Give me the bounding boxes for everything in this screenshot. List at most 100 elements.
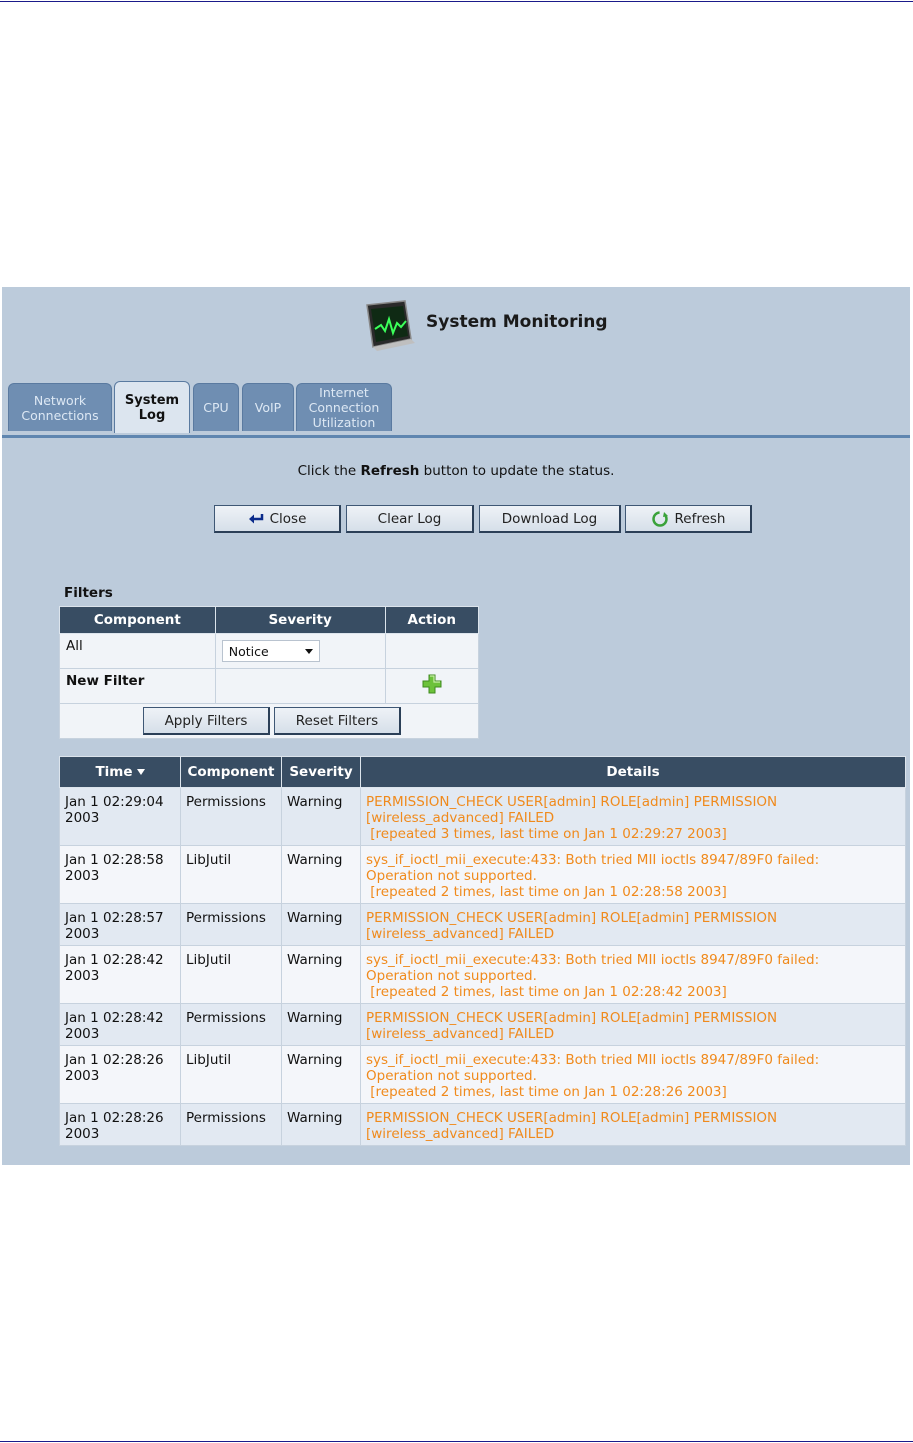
- filter-action-empty: [384, 633, 480, 669]
- filter-severity-cell: Notice: [214, 633, 386, 669]
- log-time-cell: Jan 1 02:28:26 2003: [59, 1103, 181, 1146]
- monitor-icon: [366, 300, 415, 351]
- log-severity-cell: Warning: [281, 845, 361, 904]
- log-component-cell: Permissions: [180, 1003, 282, 1046]
- log-details-cell: PERMISSION_CHECK USER[admin] ROLE[admin]…: [360, 787, 906, 846]
- tab-label-line: Utilization: [312, 415, 376, 430]
- log-details-line: [repeated 3 times, last time on Jan 1 02…: [366, 826, 727, 842]
- log-component-cell: Permissions: [180, 903, 282, 946]
- log-time-cell: Jan 1 02:28:26 2003: [59, 1045, 181, 1104]
- log-details-line: [repeated 2 times, last time on Jan 1 02…: [366, 984, 727, 1000]
- close-button-label: Close: [269, 510, 307, 527]
- table-row: Jan 1 02:28:58 2003 LibJutil Warning sys_if…: [59, 845, 906, 904]
- refresh-icon: [651, 510, 669, 528]
- filter-row-all: All Notice: [59, 633, 480, 669]
- log-rows: Jan 1 02:29:04 2003 Permissions Warning PER…: [59, 787, 906, 1146]
- system-log-table: Time Component Severity Details Jan 1 02…: [59, 756, 906, 1146]
- table-row: Jan 1 02:28:42 2003 Permissions Warning PER…: [59, 1003, 906, 1046]
- log-details-cell: PERMISSION_CHECK USER[admin] ROLE[admin]…: [360, 1003, 906, 1046]
- chevron-down-icon: [304, 648, 313, 654]
- tab-voip[interactable]: VoIP: [242, 383, 294, 431]
- log-time-cell: Jan 1 02:28:42 2003: [59, 945, 181, 1004]
- log-header-time-label: Time: [95, 764, 133, 780]
- instruction-bold-text: Refresh: [360, 463, 420, 479]
- table-row: Jan 1 02:28:26 2003 LibJutil Warning sys_if…: [59, 1045, 906, 1104]
- new-filter-empty: [214, 668, 386, 704]
- log-details-cell: sys_if_ioctl_mii_execute:433: Both tried…: [360, 1045, 906, 1104]
- page-top-rule: [0, 1, 913, 2]
- filter-buttons-row: Apply Filters Reset Filters: [59, 703, 479, 739]
- clear-log-button[interactable]: Clear Log: [346, 505, 474, 533]
- log-time-cell: Jan 1 02:28:42 2003: [59, 1003, 181, 1046]
- add-icon[interactable]: [421, 673, 443, 695]
- log-header-severity[interactable]: Severity: [281, 756, 361, 788]
- clear-log-button-label: Clear Log: [377, 510, 442, 527]
- log-time-cell: Jan 1 02:29:04 2003: [59, 787, 181, 846]
- log-component-cell: LibJutil: [180, 1045, 282, 1104]
- log-details-cell: sys_if_ioctl_mii_execute:433: Both tried…: [360, 945, 906, 1004]
- tab-underline: [2, 435, 910, 438]
- log-component-cell: LibJutil: [180, 945, 282, 1004]
- log-severity-cell: Warning: [281, 945, 361, 1004]
- log-details-line: sys_if_ioctl_mii_execute:433: Both tried…: [366, 852, 820, 868]
- log-time-cell: Jan 1 02:28:58 2003: [59, 845, 181, 904]
- log-component-cell: LibJutil: [180, 845, 282, 904]
- log-details-line: [repeated 2 times, last time on Jan 1 02…: [366, 884, 727, 900]
- log-details-line: [wireless_advanced] FAILED: [366, 1126, 555, 1142]
- sort-down-icon: [136, 769, 145, 775]
- download-log-button[interactable]: Download Log: [479, 505, 621, 533]
- refresh-button[interactable]: Refresh: [625, 505, 752, 533]
- table-row: Jan 1 02:28:42 2003 LibJutil Warning sys_if…: [59, 945, 906, 1004]
- tab-system-log[interactable]: System Log: [114, 381, 190, 433]
- log-severity-cell: Warning: [281, 1045, 361, 1104]
- filters-table: Component Severity Action All Notice New…: [59, 606, 480, 739]
- header: System Monitoring: [2, 287, 910, 357]
- log-details-cell: PERMISSION_CHECK USER[admin] ROLE[admin]…: [360, 1103, 906, 1146]
- refresh-instruction: Click the Refresh button to update the s…: [2, 463, 910, 479]
- log-details-cell: sys_if_ioctl_mii_execute:433: Both tried…: [360, 845, 906, 904]
- download-log-button-label: Download Log: [501, 510, 598, 527]
- close-button[interactable]: Close: [214, 505, 341, 533]
- log-details-line: [wireless_advanced] FAILED: [366, 1026, 555, 1042]
- reset-filters-button[interactable]: Reset Filters: [274, 707, 401, 735]
- return-arrow-icon: [248, 513, 264, 525]
- log-details-line: [wireless_advanced] FAILED: [366, 926, 555, 942]
- log-details-line: Operation not supported.: [366, 968, 537, 984]
- instruction-text: button to update the status.: [419, 463, 615, 479]
- log-header-details: Details: [360, 756, 906, 788]
- filters-header-severity: Severity: [214, 606, 386, 634]
- log-header-time[interactable]: Time: [59, 756, 181, 788]
- log-time-cell: Jan 1 02:28:57 2003: [59, 903, 181, 946]
- filter-buttons-cell: Apply Filters Reset Filters: [59, 703, 479, 739]
- log-details-line: [wireless_advanced] FAILED: [366, 810, 555, 826]
- refresh-button-label: Refresh: [674, 510, 726, 527]
- tab-label-line: CPU: [203, 400, 229, 415]
- log-details-line: sys_if_ioctl_mii_execute:433: Both tried…: [366, 1052, 820, 1068]
- tab-label-line: Network: [33, 392, 87, 408]
- filters-header-action: Action: [384, 606, 480, 634]
- tab-internet-connection-utilization[interactable]: Internet Connection Utilization: [296, 383, 392, 431]
- log-severity-cell: Warning: [281, 787, 361, 846]
- reset-filters-label: Reset Filters: [295, 712, 379, 729]
- log-details-line: PERMISSION_CHECK USER[admin] ROLE[admin]…: [366, 910, 778, 926]
- new-filter-row: New Filter: [59, 668, 480, 704]
- severity-select[interactable]: Notice: [221, 640, 320, 662]
- log-details-line: Operation not supported.: [366, 1068, 537, 1084]
- tab-network-connections[interactable]: Network Connections: [8, 383, 112, 431]
- filters-header-component: Component: [59, 606, 216, 634]
- table-row: Jan 1 02:28:26 2003 Permissions Warning PER…: [59, 1103, 906, 1146]
- new-filter-action-cell: [384, 668, 480, 704]
- apply-filters-label: Apply Filters: [164, 712, 248, 729]
- instruction-text: Click the: [297, 463, 361, 479]
- tab-label-line: System: [124, 392, 180, 408]
- table-row: Jan 1 02:29:04 2003 Permissions Warning PER…: [59, 787, 906, 846]
- apply-filters-button[interactable]: Apply Filters: [143, 707, 270, 735]
- tab-label-line: Log: [138, 407, 166, 423]
- tab-label-line: Connections: [21, 407, 99, 423]
- log-details-line: PERMISSION_CHECK USER[admin] ROLE[admin]…: [366, 1110, 778, 1126]
- tab-cpu[interactable]: CPU: [193, 383, 239, 431]
- page-title: System Monitoring: [426, 312, 608, 332]
- filter-component-all: All: [59, 633, 216, 669]
- log-header-component[interactable]: Component: [180, 756, 282, 788]
- tab-label-line: VoIP: [254, 400, 282, 415]
